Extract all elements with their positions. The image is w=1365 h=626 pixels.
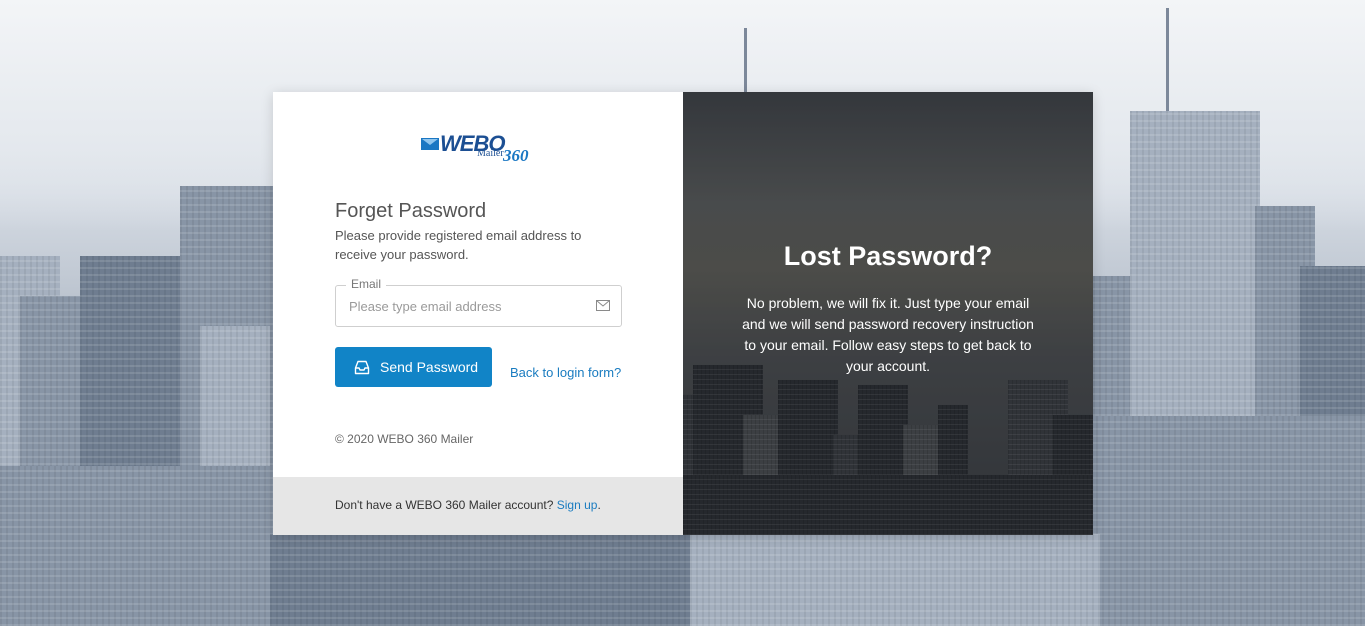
- signup-link[interactable]: Sign up: [557, 498, 598, 512]
- panel-title: Lost Password?: [783, 241, 993, 271]
- copyright-text: © 2020 WEBO 360 Mailer: [335, 432, 474, 446]
- send-password-label: Send Password: [380, 359, 479, 375]
- page-title: Forget Password: [335, 200, 487, 222]
- email-field: Email: [335, 277, 622, 327]
- signup-prompt: Don't have a WEBO 360 Mailer account?: [335, 498, 554, 512]
- page-description: Please provide registered email address …: [335, 228, 582, 262]
- email-input[interactable]: [349, 296, 579, 316]
- signup-footer: Don't have a WEBO 360 Mailer account? Si…: [273, 477, 683, 535]
- panel-text: No problem, we will fix it. Just type yo…: [742, 295, 1034, 374]
- envelope-logo-icon: [421, 138, 439, 150]
- inbox-icon: [354, 360, 370, 374]
- form-panel: WEBO Mailer 360 Forget Password Please p…: [273, 92, 683, 535]
- mail-icon: [596, 300, 610, 311]
- forgot-password-card: WEBO Mailer 360 Forget Password Please p…: [273, 92, 1093, 535]
- email-label: Email: [346, 277, 387, 291]
- send-password-button[interactable]: Send Password: [335, 347, 492, 387]
- info-panel: Lost Password? No problem, we will fix i…: [683, 92, 1093, 535]
- webo-360-logo: WEBO Mailer 360: [421, 131, 536, 168]
- back-to-login-link[interactable]: Back to login form?: [510, 365, 621, 380]
